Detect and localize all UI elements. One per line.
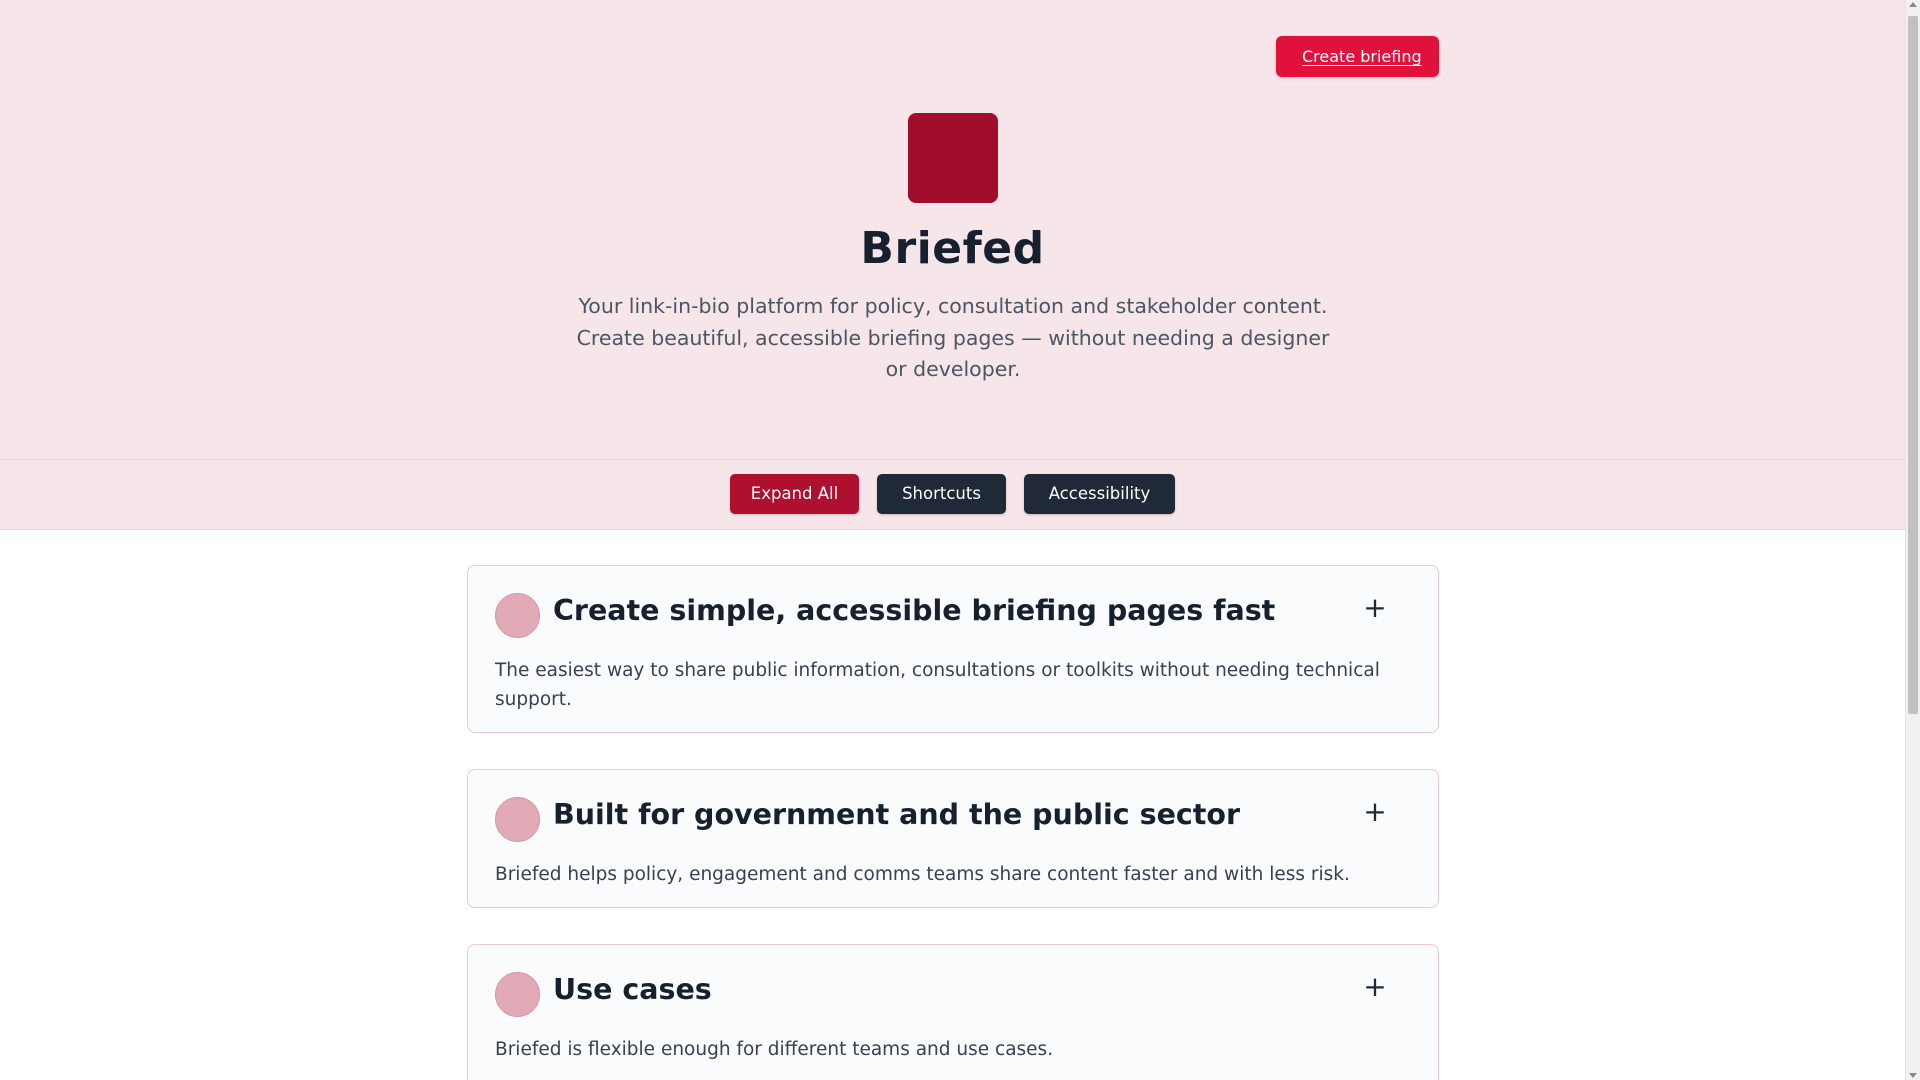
shortcuts-button[interactable]: Shortcuts bbox=[877, 474, 1006, 514]
section-card[interactable]: Create simple, accessible briefing pages… bbox=[467, 565, 1439, 733]
hero-tagline: Your link-in-bio platform for policy, co… bbox=[576, 294, 1330, 381]
expand-plus-icon[interactable]: + bbox=[1360, 972, 1390, 1002]
scroll-down-arrow-icon[interactable] bbox=[1909, 1073, 1917, 1078]
section-description: Briefed is flexible enough for different… bbox=[495, 1039, 1054, 1060]
vertical-scrollbar[interactable] bbox=[1905, 0, 1920, 1080]
section-title: Built for government and the public sect… bbox=[553, 798, 1241, 831]
scroll-up-arrow-icon[interactable] bbox=[1909, 2, 1917, 7]
section-description: The easiest way to share public informat… bbox=[495, 660, 1380, 710]
expand-plus-icon[interactable]: + bbox=[1360, 797, 1390, 827]
section-dot-icon bbox=[495, 972, 540, 1017]
expand-plus-icon[interactable]: + bbox=[1360, 593, 1390, 623]
expand-all-button[interactable]: Expand All bbox=[730, 474, 859, 514]
section-card[interactable]: Use cases + Briefed is flexible enough f… bbox=[467, 944, 1439, 1080]
section-card[interactable]: Built for government and the public sect… bbox=[467, 769, 1439, 908]
brand-title: Briefed bbox=[860, 223, 1045, 274]
section-title: Create simple, accessible briefing pages… bbox=[553, 594, 1276, 627]
section-dot-icon bbox=[495, 593, 540, 638]
section-description: Briefed helps policy, engagement and com… bbox=[495, 864, 1350, 885]
accessibility-button[interactable]: Accessibility bbox=[1024, 474, 1175, 514]
action-toolbar: Expand All Shortcuts Accessibility bbox=[0, 460, 1905, 530]
section-title: Use cases bbox=[553, 973, 712, 1006]
scrollbar-thumb[interactable] bbox=[1908, 16, 1918, 714]
page: Create briefing Briefed Your link-in-bio… bbox=[0, 0, 1905, 1080]
section-dot-icon bbox=[495, 797, 540, 842]
hero-header: Create briefing Briefed Your link-in-bio… bbox=[0, 0, 1905, 460]
brand-logo-icon bbox=[908, 113, 998, 203]
create-briefing-button[interactable]: Create briefing bbox=[1276, 36, 1439, 77]
